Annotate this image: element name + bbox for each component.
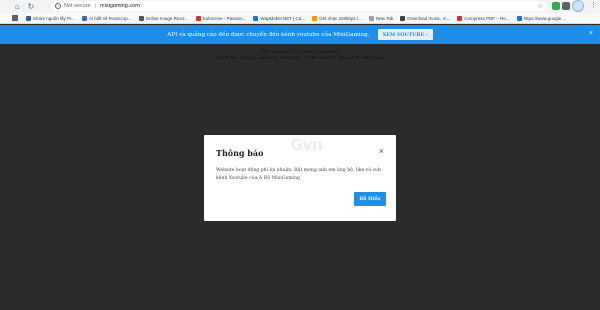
bookmark-item[interactable]: Online Image Resiz... [138, 15, 189, 21]
close-icon[interactable]: × [589, 30, 593, 38]
bookmark-label: Compress PDF – Re... [464, 15, 510, 21]
bookmark-item[interactable]: Share nguồn lấy Pr... [26, 15, 76, 21]
address-bar[interactable]: Not secure | mixigaming.com ☆ [52, 1, 547, 11]
home-icon[interactable]: ⌂ [12, 2, 22, 12]
bookmark-label: WapMaker.NET | Cá... [260, 15, 306, 21]
bookmark-label: Ai biết về Rotoscop... [89, 15, 132, 21]
promo-text: API và quảng cáo đều được chuyển đến kên… [167, 31, 370, 38]
close-icon[interactable]: × [379, 146, 384, 156]
menu-icon[interactable]: ⋮ [590, 2, 597, 10]
bookmark-favicon-icon [195, 15, 201, 21]
separator: | [94, 3, 97, 9]
bookmark-label: Download music, m... [407, 15, 451, 21]
notice-modal: Gvn Thông báo × Website hoạt động phi lợ… [204, 135, 396, 221]
bookmark-item[interactable]: Download music, m... [400, 15, 451, 21]
modal-body: Website hoạt động phi lợi nhuận. Rất mon… [216, 168, 381, 181]
bookmark-item[interactable]: Compress PDF – Re... [457, 15, 510, 21]
bookmark-label: Subscene - Passion... [202, 15, 247, 21]
bookmark-item[interactable]: Get nhạc 320kbps t... [312, 15, 362, 21]
bookmark-favicon-icon [82, 15, 88, 21]
understood-button[interactable]: Đã Hiểu [354, 192, 386, 206]
bookmark-item[interactable]: WapMaker.NET | Cá... [253, 15, 306, 21]
bookmark-label: Get nhạc 320kbps t... [319, 15, 362, 21]
watch-youtube-button[interactable]: XEM YOUTUBE › [377, 29, 433, 40]
modal-title: Thông báo [216, 148, 264, 158]
suspended-message: This account has been suspended. Either … [0, 50, 600, 61]
bookmark-label: New Tab [375, 15, 394, 21]
watermark-logo: Gvn [290, 135, 323, 154]
bookmark-favicon-icon [253, 15, 259, 21]
info-icon[interactable] [55, 3, 61, 9]
bookmarks-bar: Share nguồn lấy Pr... Ai biết về Rotoscop… [0, 13, 600, 24]
bookmark-favicon-icon [400, 15, 406, 21]
bookmark-item[interactable]: New Tab [368, 15, 394, 21]
bookmark-label: Online Image Resiz... [145, 15, 189, 21]
bookmark-favicon-icon [26, 15, 31, 21]
bookmark-favicon-icon [312, 15, 318, 21]
bookmark-item[interactable]: https://www.google.... [516, 15, 567, 21]
bookmark-item[interactable]: Ai biết về Rotoscop... [82, 15, 132, 21]
url-text: mixigaming.com [100, 3, 140, 9]
bookmark-favicon-icon [457, 15, 463, 21]
promo-banner: API và quảng cáo đều được chuyển đến kên… [0, 25, 600, 44]
bookmark-favicon-icon [516, 15, 522, 21]
bookmark-label: Share nguồn lấy Pr... [33, 15, 76, 21]
apps-icon[interactable] [12, 15, 18, 21]
bookmark-star-icon[interactable]: ☆ [538, 3, 543, 10]
bookmark-item[interactable]: Subscene - Passion... [195, 15, 247, 21]
bookmark-favicon-icon [138, 15, 144, 21]
security-label: Not secure [64, 3, 91, 9]
reload-icon[interactable]: ↻ [26, 2, 36, 12]
suspended-line-2: Either the domain has been overused, or … [215, 55, 385, 61]
profile-avatar[interactable] [572, 0, 584, 12]
bookmark-favicon-icon [368, 15, 374, 21]
extension-icon[interactable] [552, 2, 560, 10]
bookmark-label: https://www.google.... [523, 15, 567, 21]
extension-icon[interactable] [562, 2, 570, 10]
